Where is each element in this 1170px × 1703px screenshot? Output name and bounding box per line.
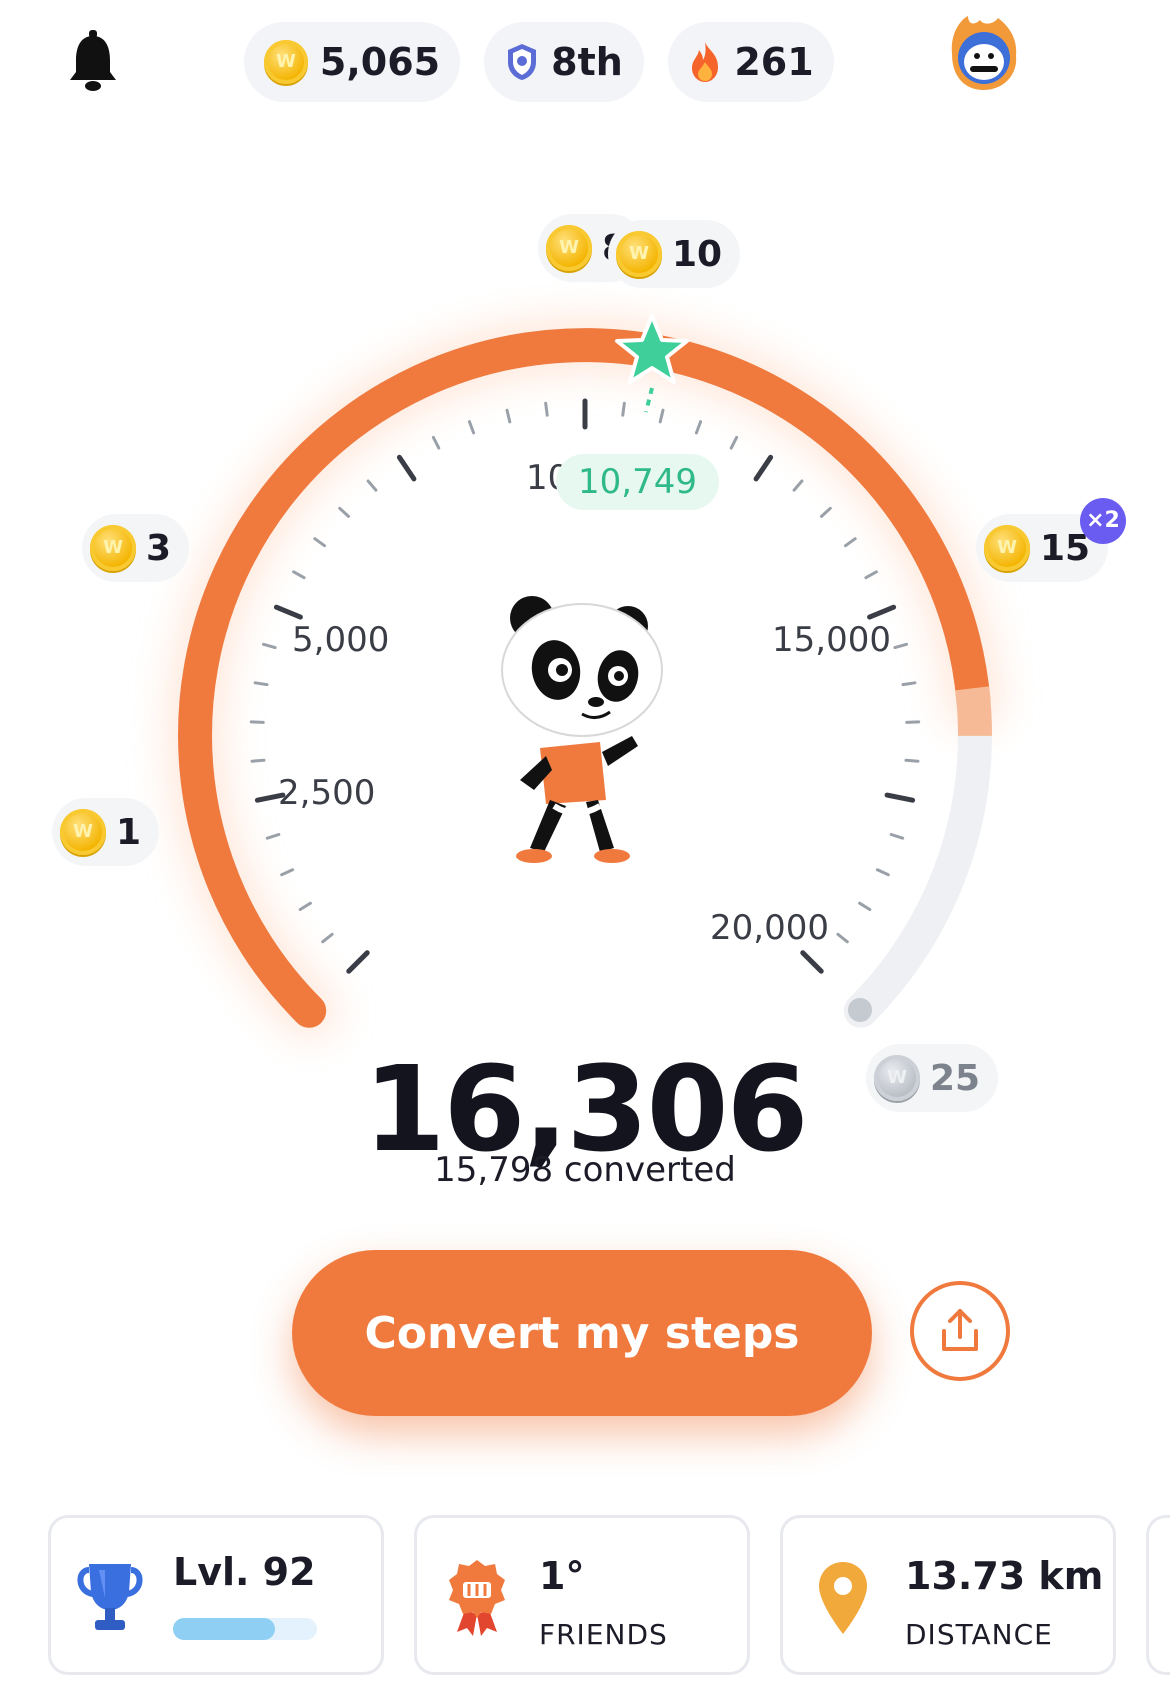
gauge-major-tick: [753, 454, 774, 482]
gauge-minor-tick: [836, 932, 849, 944]
gauge-minor-tick: [431, 435, 441, 450]
gauge-minor-tick: [905, 720, 921, 724]
level-card[interactable]: Lvl. 92: [48, 1515, 384, 1675]
gauge-end-dot: [848, 998, 872, 1022]
level-progress-bar: [173, 1618, 317, 1640]
gauge-minor-tick: [658, 408, 665, 424]
next-stat-card-partial[interactable]: [1146, 1515, 1170, 1675]
friends-label: FRIENDS: [539, 1618, 668, 1651]
tick-label-15000: 15,000: [772, 620, 891, 660]
friends-card[interactable]: 1° FRIENDS: [414, 1515, 750, 1675]
gauge-minor-tick: [901, 681, 917, 687]
tick-label-20000: 20,000: [710, 908, 829, 948]
gauge-minor-tick: [904, 758, 920, 763]
gauge-minor-tick: [298, 901, 312, 911]
gauge-minor-tick: [621, 401, 626, 417]
gauge-minor-tick: [250, 758, 266, 763]
coin-icon: W: [60, 809, 106, 855]
gauge-major-tick: [884, 792, 916, 803]
gauge-minor-tick: [280, 868, 295, 877]
gauge-major-tick: [800, 950, 824, 974]
gauge-major-tick: [273, 604, 303, 620]
reward-milestone-10[interactable]: W 10: [608, 220, 741, 288]
convert-steps-button[interactable]: Convert my steps: [292, 1250, 872, 1416]
gauge-major-tick: [867, 604, 897, 620]
gauge-marker-dash: [644, 387, 654, 413]
trophy-icon: [77, 1564, 143, 1630]
distance-value: 13.73 km: [905, 1554, 1104, 1598]
gauge-minor-tick: [544, 401, 549, 417]
coin-icon: W: [616, 231, 662, 277]
converted-steps: 15,798 converted: [434, 1150, 736, 1190]
multiplier-badge: ×2: [1080, 498, 1126, 544]
gauge-minor-tick: [864, 570, 878, 580]
gauge-minor-tick: [313, 537, 326, 548]
distance-label: DISTANCE: [905, 1618, 1053, 1651]
gauge-minor-tick: [505, 408, 512, 424]
share-icon: [942, 1309, 978, 1351]
distance-card[interactable]: 13.73 km DISTANCE: [780, 1515, 1116, 1675]
gauge-minor-tick: [792, 479, 804, 492]
level-value: Lvl. 92: [173, 1550, 316, 1594]
share-button[interactable]: [910, 1281, 1010, 1381]
gauge-minor-tick: [858, 901, 872, 911]
gauge-progress-tip: [955, 686, 993, 737]
panda-mascot: [501, 596, 663, 863]
gauge-minor-tick: [262, 642, 277, 650]
gauge-minor-tick: [893, 642, 908, 650]
gauge-minor-tick: [253, 681, 269, 687]
gauge-minor-tick: [265, 833, 281, 840]
tick-label-2500: 2,500: [278, 773, 376, 813]
gauge-major-tick: [396, 454, 417, 482]
gauge-minor-tick: [875, 868, 890, 877]
gauge-minor-tick: [338, 506, 350, 518]
gauge-minor-tick: [889, 833, 905, 840]
gauge-minor-tick: [729, 435, 739, 450]
current-steps-marker: 10,749: [556, 454, 719, 510]
location-pin-icon: [819, 1562, 867, 1634]
gauge-minor-tick: [844, 537, 857, 548]
gauge-minor-tick: [366, 479, 378, 492]
coin-icon: W: [546, 225, 592, 271]
gauge-major-tick: [346, 950, 370, 974]
reward-milestone-3[interactable]: W 3: [82, 514, 190, 582]
gauge-minor-tick: [467, 420, 476, 435]
level-progress-fill: [173, 1618, 276, 1640]
gauge-minor-tick: [292, 570, 306, 580]
gauge-minor-tick: [694, 420, 703, 435]
gauge-minor-tick: [249, 720, 265, 724]
coin-icon: W: [90, 525, 136, 571]
gauge-minor-tick: [820, 506, 832, 518]
reward-milestone-1[interactable]: W 1: [52, 798, 160, 866]
gauge-minor-tick: [321, 932, 334, 944]
coin-icon: W: [984, 525, 1030, 571]
tick-label-5000: 5,000: [292, 620, 390, 660]
friends-rank-value: 1°: [539, 1554, 585, 1598]
friends-badge-icon: [449, 1560, 505, 1636]
